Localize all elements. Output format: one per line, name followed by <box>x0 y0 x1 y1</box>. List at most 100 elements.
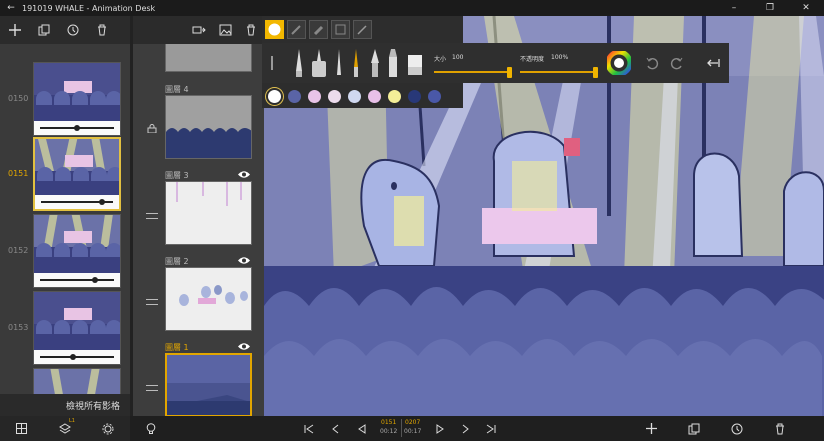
frame-item[interactable]: 0153 <box>0 291 130 369</box>
color-swatch[interactable] <box>348 89 361 103</box>
frame-item[interactable]: 0150 <box>0 62 130 140</box>
thumb-bump <box>37 167 53 181</box>
undo-icon[interactable] <box>645 56 659 70</box>
layer-item-1[interactable]: 圖層 1 <box>133 342 264 416</box>
color-swatch[interactable] <box>328 89 341 103</box>
frame-item-current[interactable]: 0151 <box>0 137 130 215</box>
marker-tool-icon[interactable] <box>386 47 400 79</box>
layers-list[interactable]: 圖層 4 圖層 3 圖層 2 圖層 1 <box>133 44 264 416</box>
toolbar-grip-icon[interactable] <box>271 56 273 70</box>
frame-thumbnail <box>33 62 121 136</box>
settings-button[interactable] <box>95 416 121 441</box>
eraser-tool-icon[interactable] <box>406 53 424 77</box>
color-swatch[interactable] <box>308 89 321 103</box>
image-icon <box>219 24 231 36</box>
counter-divider <box>401 419 402 437</box>
size-slider[interactable] <box>434 67 512 78</box>
merge-layer-button[interactable] <box>186 16 212 44</box>
opacity-slider-knob[interactable] <box>593 67 598 78</box>
thumb-bump <box>90 320 106 334</box>
add-frame-bottom-button[interactable] <box>638 416 664 441</box>
brush-preset-2[interactable] <box>287 20 306 39</box>
play-backward-button[interactable] <box>348 416 374 441</box>
opacity-value: 100% <box>551 54 569 61</box>
brush-preset-round[interactable] <box>265 20 284 39</box>
bottom-bar: L1 0151 0207 00:12 00:17 <box>0 416 824 441</box>
thumb-bump <box>90 91 106 105</box>
frame-number: 0152 <box>8 246 29 255</box>
frame-item[interactable]: 0152 <box>0 214 130 292</box>
pen-tool-icon[interactable] <box>332 47 346 79</box>
brush-preset-5[interactable] <box>353 20 372 39</box>
layer-item-2[interactable]: 圖層 2 <box>133 256 264 336</box>
size-value: 100 <box>452 54 464 61</box>
opacity-label: 不透明度 <box>520 56 545 63</box>
total-frames-number: 0207 <box>405 419 421 426</box>
opacity-slider[interactable] <box>520 67 598 78</box>
paintbrush-tool-icon[interactable] <box>349 47 363 79</box>
history-bottom-button[interactable] <box>724 416 750 441</box>
drag-handle-icon[interactable] <box>146 299 158 305</box>
tips-button[interactable] <box>138 416 164 441</box>
grid-view-button[interactable] <box>8 416 34 441</box>
thumb-bump <box>72 243 88 257</box>
thumb-box <box>65 155 93 167</box>
current-frame-number: 0151 <box>381 419 397 426</box>
minimize-button[interactable]: – <box>716 3 752 13</box>
fountain-pen-tool-icon[interactable] <box>368 47 382 79</box>
lock-icon[interactable] <box>147 124 157 133</box>
trash-icon <box>776 423 784 434</box>
pencil-tool-icon[interactable] <box>292 47 306 79</box>
ink-pot-tool-icon[interactable] <box>309 47 329 79</box>
pattern-brush-icon <box>335 24 346 35</box>
thumb-timeline <box>34 273 120 287</box>
frames-list[interactable]: 0150 0151 0152 0153 <box>0 44 130 394</box>
size-slider-knob[interactable] <box>507 67 512 78</box>
color-swatch[interactable] <box>388 89 401 103</box>
thumb-bump <box>72 91 88 105</box>
last-frame-button[interactable] <box>478 416 504 441</box>
first-frame-button[interactable] <box>296 416 322 441</box>
color-swatch[interactable] <box>408 89 421 103</box>
frame-number: 0151 <box>8 169 29 178</box>
delete-frame-button[interactable] <box>87 16 116 44</box>
eye-icon[interactable] <box>237 256 251 265</box>
brush-preset-4[interactable] <box>331 20 350 39</box>
add-frame-button[interactable] <box>0 16 29 44</box>
thumb-bump <box>107 167 119 181</box>
color-swatch[interactable] <box>368 89 381 103</box>
frame-item[interactable] <box>0 368 130 394</box>
history-button[interactable] <box>58 16 87 44</box>
color-swatch[interactable] <box>268 89 281 103</box>
frame-thumbnail <box>33 368 121 394</box>
redo-icon[interactable] <box>670 56 684 70</box>
next-frame-button[interactable] <box>453 416 479 441</box>
layers-button[interactable]: L1 <box>52 416 78 441</box>
color-swatch[interactable] <box>428 89 441 103</box>
duplicate-frame-bottom-button[interactable] <box>681 416 707 441</box>
play-button[interactable] <box>427 416 453 441</box>
previous-frame-button[interactable] <box>322 416 348 441</box>
eye-icon[interactable] <box>237 170 251 179</box>
drag-handle-icon[interactable] <box>146 213 158 219</box>
frame-thumbnail <box>33 214 121 288</box>
close-button[interactable]: ✕ <box>788 3 824 13</box>
delete-layer-button[interactable] <box>238 16 264 44</box>
layer-item-top-partial[interactable] <box>133 44 264 74</box>
collapse-toolbar-icon[interactable] <box>706 57 720 69</box>
drag-handle-icon[interactable] <box>146 385 158 391</box>
brush-preset-3[interactable] <box>309 20 328 39</box>
back-arrow-icon[interactable]: ← <box>0 3 22 13</box>
duplicate-frame-button[interactable] <box>29 16 58 44</box>
maximize-button[interactable]: ❐ <box>752 3 788 13</box>
view-all-frames-button[interactable]: 檢視所有影格 <box>0 394 130 416</box>
thumb-box <box>64 231 92 243</box>
layer-item-4[interactable]: 圖層 4 <box>133 84 264 164</box>
delete-frame-bottom-button[interactable] <box>767 416 793 441</box>
layer-item-3[interactable]: 圖層 3 <box>133 170 264 250</box>
color-wheel-icon[interactable] <box>607 51 631 75</box>
color-swatch[interactable] <box>288 89 301 103</box>
eye-icon[interactable] <box>237 342 251 351</box>
import-image-button[interactable] <box>212 16 238 44</box>
layers-icon <box>59 423 71 434</box>
